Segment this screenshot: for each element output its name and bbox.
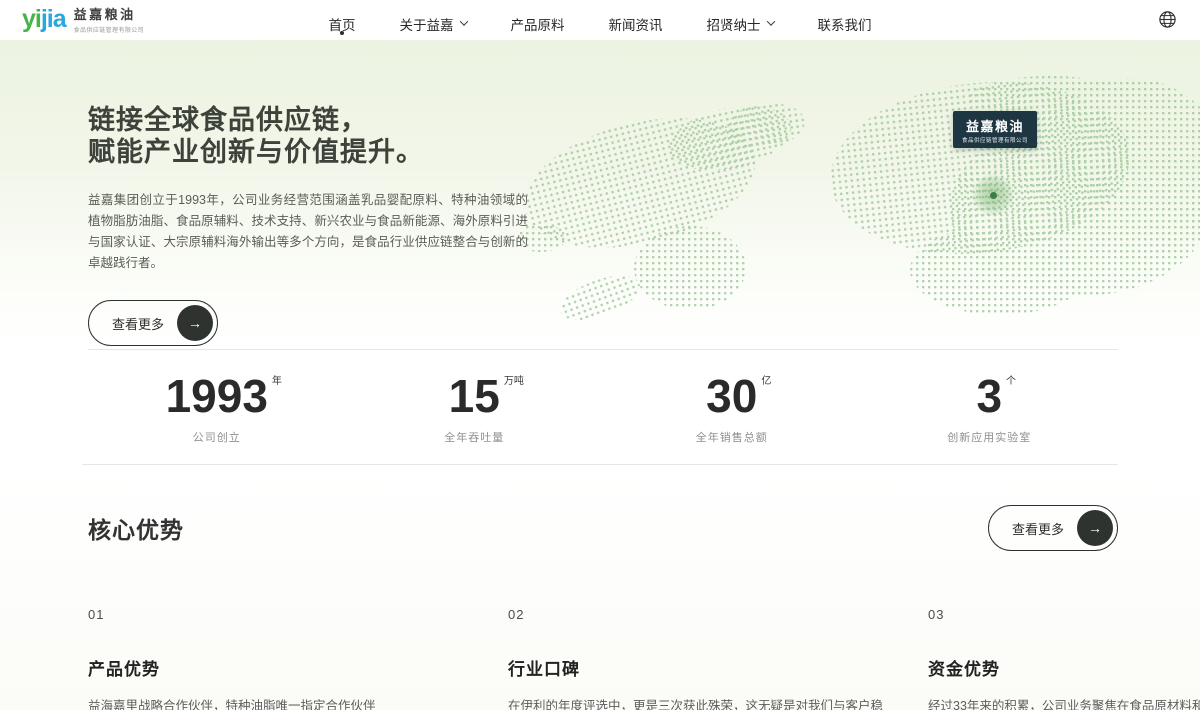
stat-unit: 年	[272, 372, 282, 387]
view-more-label: 查看更多	[112, 314, 164, 333]
nav-item-contact[interactable]: 联系我们	[818, 0, 872, 40]
nav-item-home[interactable]: 首页	[329, 0, 356, 40]
advantages-view-more-button[interactable]: 查看更多 →	[988, 505, 1118, 551]
hero-description: 益嘉集团创立于1993年，公司业务经营范围涵盖乳品婴配原料、特种油领域的植物脂肪…	[88, 190, 528, 274]
active-dot	[340, 31, 344, 35]
card-index: 03	[928, 607, 1200, 622]
view-more-label: 查看更多	[1012, 519, 1064, 538]
nav-item-label: 联系我们	[818, 14, 872, 34]
stat-value: 15	[449, 370, 500, 422]
stats-section: 1993 年 公司创立 15 万吨 全年吞吐量 30 亿 全年销售总额 3 个 …	[0, 350, 1200, 465]
world-map-dotted	[520, 58, 1200, 330]
nav-item-label: 关于益嘉	[400, 14, 454, 34]
stat-number: 3 个	[976, 372, 1002, 420]
nav-item-products[interactable]: 产品原料	[511, 0, 565, 40]
stat-value: 30	[706, 370, 757, 422]
chevron-down-icon	[459, 17, 467, 25]
language-globe-icon[interactable]	[1159, 11, 1176, 33]
hero-title-line1: 链接全球食品供应链，	[88, 104, 528, 136]
stat-unit: 万吨	[504, 372, 524, 387]
advantage-cards: 01 产品优势 益海嘉里战略合作伙伴，特种油脂唯一指定合作伙伴 02 行业口碑 …	[88, 607, 1200, 710]
advantage-card-capital: 03 资金优势 经过33年来的积累，公司业务聚焦在食品原材料和附属材料	[928, 607, 1200, 710]
stat-label: 全年吞吐量	[444, 429, 504, 445]
card-text: 经过33年来的积累，公司业务聚焦在食品原材料和附属材料	[928, 696, 1200, 710]
card-index: 02	[508, 607, 848, 622]
stat-unit: 亿	[761, 372, 771, 387]
card-index: 01	[88, 607, 428, 622]
stat-number: 15 万吨	[449, 372, 500, 420]
map-badge-title: 益嘉粮油	[962, 116, 1028, 135]
stat-throughput: 15 万吨 全年吞吐量	[346, 372, 604, 445]
stat-label: 公司创立	[193, 429, 241, 445]
stat-number: 1993 年	[166, 372, 268, 420]
stats-row: 1993 年 公司创立 15 万吨 全年吞吐量 30 亿 全年销售总额 3 个 …	[88, 372, 1118, 445]
nav-item-label: 新闻资讯	[609, 14, 663, 34]
stat-value: 1993	[166, 370, 268, 422]
advantage-card-product: 01 产品优势 益海嘉里战略合作伙伴，特种油脂唯一指定合作伙伴	[88, 607, 428, 710]
nav-item-label: 招贤纳士	[707, 14, 761, 34]
hero-title-line2: 赋能产业创新与价值提升。	[88, 136, 528, 168]
stat-sales: 30 亿 全年销售总额	[603, 372, 861, 445]
advantages-header: 核心优势 查看更多 →	[88, 505, 1118, 551]
nav-item-careers[interactable]: 招贤纳士	[707, 0, 774, 40]
stat-founded: 1993 年 公司创立	[88, 372, 346, 445]
card-text: 在伊利的年度评选中，更是三次获此殊荣，这无疑是对我们与客户稳	[508, 696, 848, 710]
main-nav: 首页 关于益嘉 产品原料 新闻资讯 招贤纳士 联系我们	[0, 0, 1200, 40]
arrow-right-icon: →	[177, 305, 213, 341]
hero-title: 链接全球食品供应链， 赋能产业创新与价值提升。	[88, 104, 528, 168]
hero-view-more-button[interactable]: 查看更多 →	[88, 300, 218, 346]
nav-item-label: 产品原料	[511, 14, 565, 34]
card-title: 资金优势	[928, 655, 1200, 680]
arrow-right-icon: →	[1077, 510, 1113, 546]
stat-number: 30 亿	[706, 372, 757, 420]
card-title: 产品优势	[88, 655, 428, 680]
stat-label: 全年销售总额	[696, 429, 768, 445]
map-location-marker	[971, 173, 1015, 217]
card-title: 行业口碑	[508, 655, 848, 680]
advantage-card-reputation: 02 行业口碑 在伊利的年度评选中，更是三次获此殊荣，这无疑是对我们与客户稳	[508, 607, 848, 710]
hero-content: 链接全球食品供应链， 赋能产业创新与价值提升。 益嘉集团创立于1993年，公司业…	[88, 40, 528, 346]
hero-section: 益嘉粮油 食品供应链管理有限公司 链接全球食品供应链， 赋能产业创新与价值提升。…	[0, 40, 1200, 350]
chevron-down-icon	[766, 17, 774, 25]
header: yijia 益嘉粮油 食品供应链管理有限公司 首页 关于益嘉 产品原料 新闻资讯…	[0, 0, 1200, 40]
map-company-badge: 益嘉粮油 食品供应链管理有限公司	[953, 111, 1037, 148]
map-badge-subtitle: 食品供应链管理有限公司	[962, 136, 1028, 144]
stat-label: 创新应用实验室	[947, 429, 1031, 445]
advantages-section: 核心优势 查看更多 → 01 产品优势 益海嘉里战略合作伙伴，特种油脂唯一指定合…	[0, 465, 1200, 710]
card-text: 益海嘉里战略合作伙伴，特种油脂唯一指定合作伙伴	[88, 696, 428, 710]
stat-value: 3	[976, 370, 1002, 422]
stat-unit: 个	[1006, 372, 1016, 387]
section-title: 核心优势	[88, 511, 184, 545]
nav-item-news[interactable]: 新闻资讯	[609, 0, 663, 40]
nav-item-about[interactable]: 关于益嘉	[400, 0, 467, 40]
stat-labs: 3 个 创新应用实验室	[861, 372, 1119, 445]
